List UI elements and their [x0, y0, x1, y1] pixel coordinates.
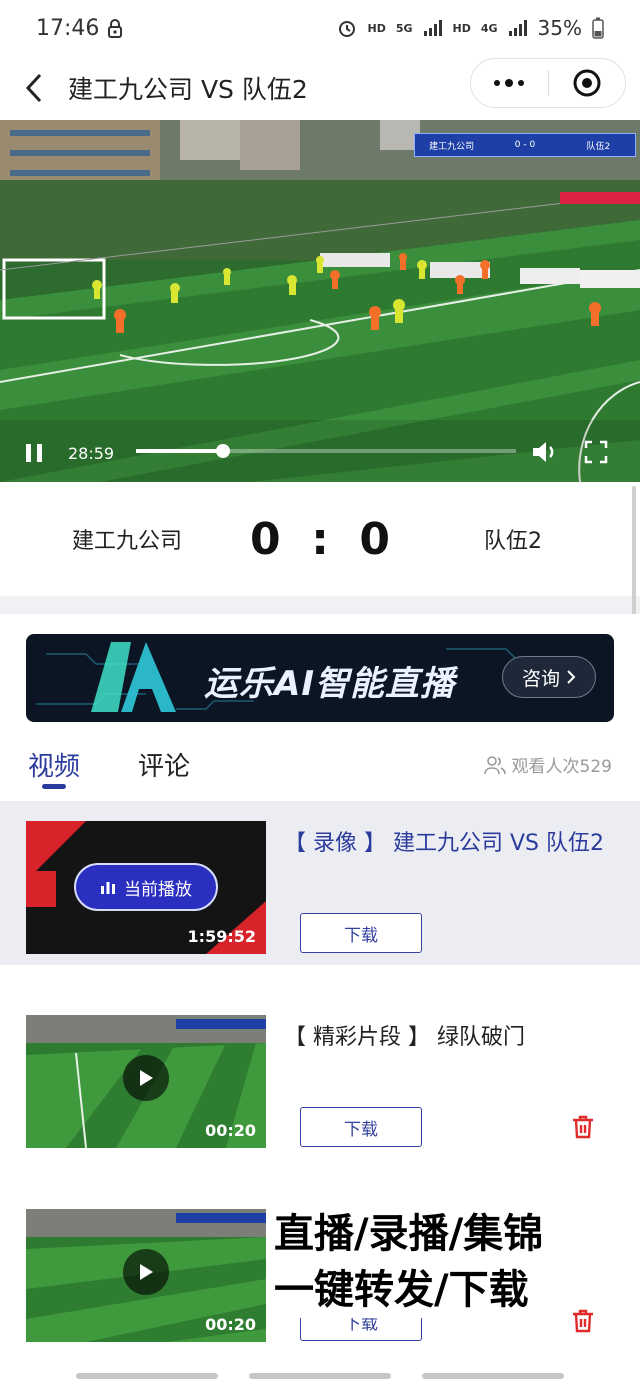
consult-label: 咨询	[521, 667, 560, 690]
video-thumbnail[interactable]: 00:20	[26, 1015, 266, 1148]
video-duration: 00:20	[205, 1121, 256, 1140]
target-circle-icon	[573, 69, 601, 97]
promo-caption-line-1: 直播/录播/集锦	[274, 1211, 544, 1257]
video-thumbnail[interactable]: 当前播放 1:59:52	[26, 821, 266, 954]
nav-pill[interactable]	[248, 1372, 391, 1379]
pause-button[interactable]	[20, 441, 48, 465]
active-tab-indicator	[42, 784, 66, 789]
video-list-item[interactable]: 00:20 【 精彩片段 】 绿队破门 下载	[0, 995, 640, 1159]
video-list-item[interactable]: 当前播放 1:59:52 【 录像 】 建工九公司 VS 队伍2 下载	[0, 801, 640, 965]
system-nav-bar	[0, 1364, 640, 1387]
tab-bar: 视频 评论 观看人次529	[0, 740, 640, 800]
tab-comments[interactable]: 评论	[138, 746, 190, 783]
signal-icon-1	[423, 20, 442, 36]
fullscreen-icon[interactable]	[584, 440, 608, 464]
video-thumbnail[interactable]: 00:20	[26, 1209, 266, 1342]
viewer-count: 观看人次529	[483, 752, 612, 777]
score-separator: :	[311, 513, 329, 565]
video-duration: 1:59:52	[187, 927, 256, 946]
more-dots-icon	[494, 79, 525, 87]
video-player[interactable]: 建工九公司 0 - 0 队伍2 28:59	[0, 120, 640, 482]
video-title[interactable]: 【 精彩片段 】 绿队破门	[284, 1021, 630, 1055]
network-4g: 4G	[480, 21, 498, 35]
status-time: 17:46	[36, 15, 100, 41]
signal-icon-2	[508, 20, 527, 36]
tab-video[interactable]: 视频	[28, 746, 80, 783]
seek-bar-fill	[136, 449, 224, 453]
alarm-icon	[339, 21, 356, 37]
now-playing-label: 当前播放	[124, 879, 192, 900]
delete-icon[interactable]	[572, 1309, 594, 1333]
video-frame	[0, 120, 640, 482]
download-button[interactable]: 下载	[300, 1107, 422, 1147]
elapsed-time: 28:59	[68, 443, 115, 463]
users-icon	[483, 755, 506, 774]
network-5g: 5G	[395, 21, 413, 35]
battery-icon	[592, 17, 604, 39]
now-playing-badge: 当前播放	[74, 863, 218, 911]
promo-caption: 直播/录播/集锦 一键转发/下载	[272, 1206, 572, 1318]
hd-indicator-1: HD	[367, 21, 386, 35]
scoreboard-score: 0 - 0	[514, 140, 536, 150]
close-miniprogram-button[interactable]	[549, 59, 626, 107]
home-team-name: 建工九公司	[72, 529, 183, 554]
battery-percent: 35%	[537, 16, 582, 40]
download-button[interactable]: 下载	[300, 913, 422, 953]
video-duration: 00:20	[205, 1315, 256, 1334]
seek-bar[interactable]	[136, 444, 516, 458]
page-title: 建工九公司 VS 队伍2	[68, 75, 308, 104]
chevron-left-icon	[25, 73, 42, 103]
match-score: 0 : 0	[250, 514, 390, 565]
chevron-right-icon	[567, 670, 576, 684]
play-icon	[140, 1070, 153, 1086]
promo-caption-line-2: 一键转发/下载	[274, 1267, 529, 1313]
video-title[interactable]: 【 录像 】 建工九公司 VS 队伍2	[284, 827, 630, 861]
delete-icon[interactable]	[572, 1115, 594, 1139]
scoreboard-away: 队伍2	[586, 141, 611, 152]
home-score: 0	[250, 513, 281, 565]
away-score: 0	[359, 513, 390, 565]
scoreboard-home: 建工九公司	[429, 141, 475, 152]
back-button[interactable]	[0, 56, 68, 120]
volume-icon[interactable]	[530, 438, 558, 466]
away-team-name: 队伍2	[484, 529, 542, 554]
bars-icon	[101, 882, 115, 894]
mini-program-capsule	[470, 58, 626, 108]
play-button[interactable]	[123, 1055, 169, 1101]
nav-pill[interactable]	[422, 1372, 565, 1379]
play-button[interactable]	[123, 1249, 169, 1295]
lock-icon	[108, 19, 123, 38]
status-bar: 17:46 HD 5G HD 4G 35%	[0, 0, 640, 56]
ai-live-banner[interactable]: 运乐AI智能直播 咨询	[26, 634, 614, 722]
video-scoreboard: 建工九公司 0 - 0 队伍2	[414, 133, 636, 157]
hd-indicator-2: HD	[452, 21, 471, 35]
nav-bar: 建工九公司 VS 队伍2	[0, 56, 640, 120]
play-icon	[140, 1264, 153, 1280]
nav-pill[interactable]	[75, 1372, 218, 1379]
score-card: 建工九公司 0 : 0 队伍2	[0, 482, 640, 596]
consult-button[interactable]: 咨询	[502, 656, 596, 698]
banner-title: 运乐AI智能直播	[204, 664, 455, 704]
viewer-count-text: 观看人次529	[511, 757, 612, 777]
more-button[interactable]	[471, 59, 548, 107]
